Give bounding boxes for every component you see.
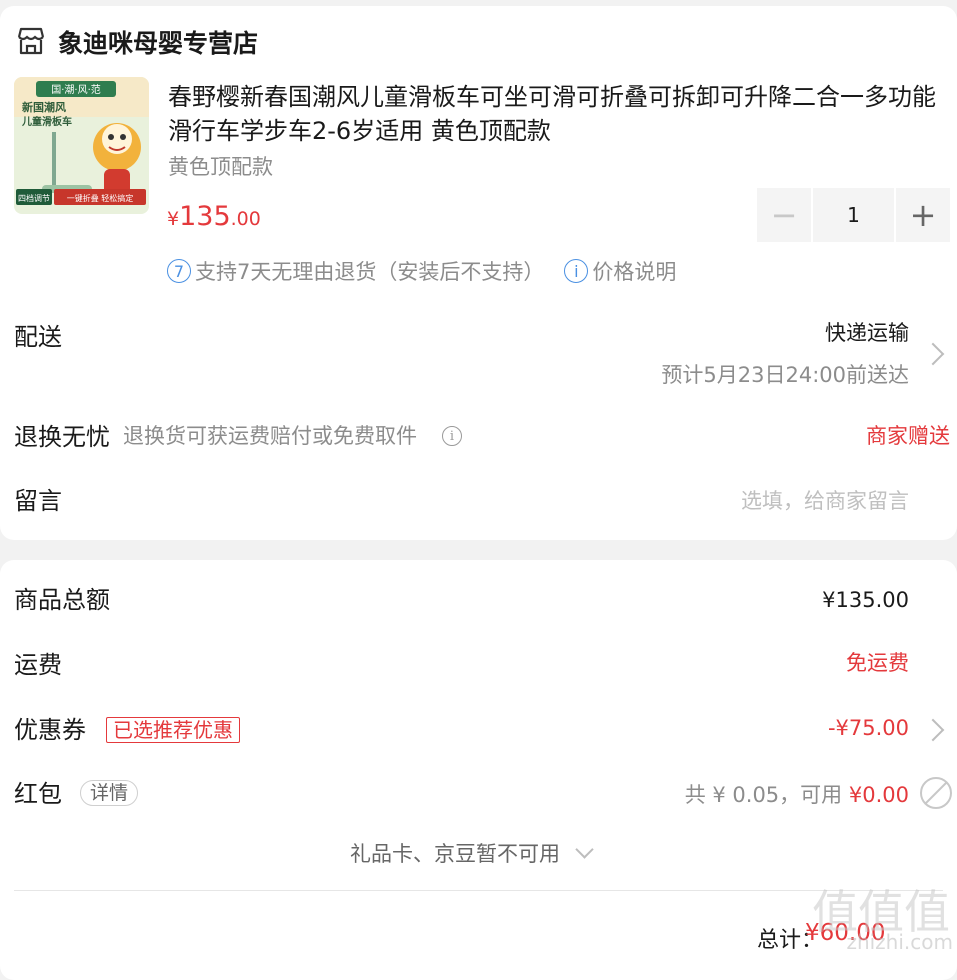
delivery-label: 配送 (14, 323, 62, 351)
quantity-stepper: − 1 + (757, 188, 950, 242)
svg-text:儿童滑板车: 儿童滑板车 (21, 115, 72, 128)
coupon-tag[interactable]: 已选推荐优惠 (106, 717, 240, 743)
info-icon[interactable]: i (442, 426, 462, 446)
image-text-top: 国·潮·风·范 (51, 83, 101, 96)
giftcard-toggle[interactable]: 礼品卡、京豆暂不可用 (350, 839, 560, 869)
svg-text:新国潮风: 新国潮风 (22, 100, 66, 114)
return-worry-free-label: 退换无忧 (14, 423, 110, 451)
product-price: ¥135.00 (167, 200, 261, 237)
product-image: 国·潮·风·范 新国潮风 儿童滑板车 四档调节 一键折叠 轻松搞定 (14, 77, 149, 214)
message-label: 留言 (14, 487, 62, 515)
divider (14, 890, 943, 891)
shop-name[interactable]: 象迪咪母婴专营店 (58, 28, 258, 60)
quantity-value[interactable]: 1 (813, 188, 894, 242)
shipping-value: 免运费 (846, 651, 909, 675)
info-icon: i (564, 259, 589, 283)
product-thumbnail[interactable]: 国·潮·风·范 新国潮风 儿童滑板车 四档调节 一键折叠 轻松搞定 (14, 77, 149, 214)
price-integer: 135 (179, 201, 231, 232)
price-note-link[interactable]: 价格说明 (592, 256, 676, 286)
disabled-icon[interactable] (920, 777, 952, 809)
redpacket-detail-button[interactable]: 详情 (80, 780, 139, 806)
return-policy-text[interactable]: 支持7天无理由退货（安装后不支持） (195, 256, 544, 286)
redpacket-value: ¥0.00 (848, 783, 909, 807)
price-symbol: ¥ (167, 208, 180, 230)
goods-total-value: ¥135.00 (822, 588, 909, 612)
coupon-value[interactable]: -¥75.00 (828, 713, 909, 743)
watermark-text: zhizhi.com (846, 930, 953, 954)
coupon-label: 优惠券 (14, 716, 86, 744)
return-worry-free-value: 商家赠送 (866, 424, 950, 448)
product-title[interactable]: 春野樱新春国潮风儿童滑板车可坐可滑可折叠可拆卸可升降二合一多功能滑行车学步车2-… (168, 80, 953, 148)
store-icon (17, 27, 45, 55)
image-badge-left: 四档调节 (18, 193, 50, 203)
product-spec: 黄色顶配款 (168, 155, 273, 179)
image-badge-right: 一键折叠 轻松搞定 (67, 193, 134, 203)
delivery-method[interactable]: 快递运输 (825, 318, 909, 348)
redpacket-label: 红包 (14, 780, 62, 808)
message-input[interactable]: 选填，给商家留言 (741, 486, 909, 516)
redpacket-summary: 共 ¥ 0.05，可用 ¥0.00 (685, 780, 909, 810)
shipping-label: 运费 (14, 651, 62, 679)
redpacket-available-text: 共 ¥ 0.05，可用 (684, 783, 843, 807)
return-worry-free-desc: 退换货可获运费赔付或免费取件 (123, 424, 417, 448)
price-decimal: .00 (230, 208, 261, 230)
product-policies: 7 支持7天无理由退货（安装后不支持） i 价格说明 (167, 256, 676, 286)
seven-day-return-icon: 7 (167, 259, 191, 283)
increase-button[interactable]: + (896, 188, 950, 242)
delivery-eta: 预计5月23日24:00前送达 (661, 363, 909, 387)
watermark-logo: 值值值 zhizhi.com (808, 876, 953, 956)
goods-total-label: 商品总额 (14, 586, 110, 614)
decrease-button[interactable]: − (757, 188, 811, 242)
